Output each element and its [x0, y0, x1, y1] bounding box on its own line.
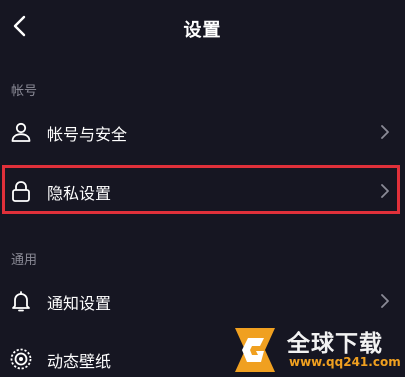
watermark-logo-icon [235, 328, 275, 372]
wallpaper-icon [10, 348, 32, 370]
settings-item-label: 通知设置 [47, 294, 112, 313]
chevron-right-icon [381, 125, 389, 139]
watermark: 全球下载 www.qq241.com [225, 322, 405, 377]
page-title: 设置 [183, 20, 222, 41]
settings-screen: 设置 帐号 帐号与安全 隐私设置 通用 通知设置 动态壁纸 全球下载 www.q… [0, 0, 405, 377]
bell-icon [12, 291, 30, 312]
settings-item-notifications[interactable]: 通知设置 [0, 276, 405, 326]
watermark-text: 全球下载 [287, 331, 383, 357]
top-nav-bar: 设置 [0, 0, 405, 56]
settings-item-label: 帐号与安全 [47, 125, 128, 144]
settings-item-account-security[interactable]: 帐号与安全 [0, 107, 405, 157]
settings-item-label: 动态壁纸 [47, 352, 112, 371]
watermark-url: www.qq241.com [289, 355, 401, 369]
section-label-account: 帐号 [11, 84, 38, 99]
chevron-right-icon [381, 294, 389, 308]
highlight-box [2, 165, 400, 214]
section-label-general: 通用 [11, 253, 38, 268]
user-icon [11, 122, 31, 142]
